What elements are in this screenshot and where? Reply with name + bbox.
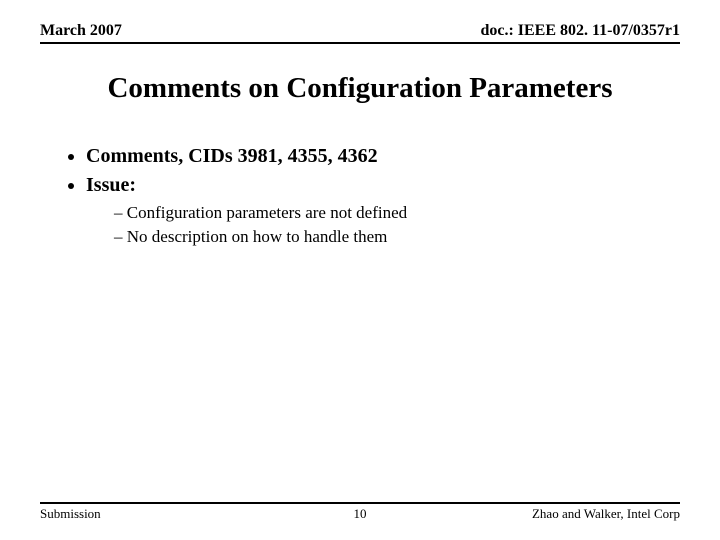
footer-page-number: 10 bbox=[40, 506, 680, 522]
header-left: March 2007 bbox=[40, 22, 122, 40]
bullet-item: Issue: Configuration parameters are not … bbox=[86, 174, 680, 247]
bullet-item: Comments, CIDs 3981, 4355, 4362 bbox=[86, 145, 680, 168]
slide-footer: Submission 10 Zhao and Walker, Intel Cor… bbox=[40, 502, 680, 522]
sub-bullet-item: Configuration parameters are not defined bbox=[114, 203, 680, 223]
slide: March 2007 doc.: IEEE 802. 11-07/0357r1 … bbox=[0, 0, 720, 540]
sub-bullet-item: No description on how to handle them bbox=[114, 227, 680, 247]
bullet-list: Comments, CIDs 3981, 4355, 4362 Issue: C… bbox=[62, 145, 680, 247]
sub-bullet-list: Configuration parameters are not defined… bbox=[86, 203, 680, 247]
header-right: doc.: IEEE 802. 11-07/0357r1 bbox=[480, 22, 680, 40]
bullet-text: Issue: bbox=[86, 174, 136, 196]
footer-row: Submission 10 Zhao and Walker, Intel Cor… bbox=[40, 506, 680, 522]
footer-rule bbox=[40, 502, 680, 504]
slide-body: Comments, CIDs 3981, 4355, 4362 Issue: C… bbox=[40, 145, 680, 247]
slide-header: March 2007 doc.: IEEE 802. 11-07/0357r1 bbox=[40, 22, 680, 44]
slide-title: Comments on Configuration Parameters bbox=[40, 72, 680, 105]
